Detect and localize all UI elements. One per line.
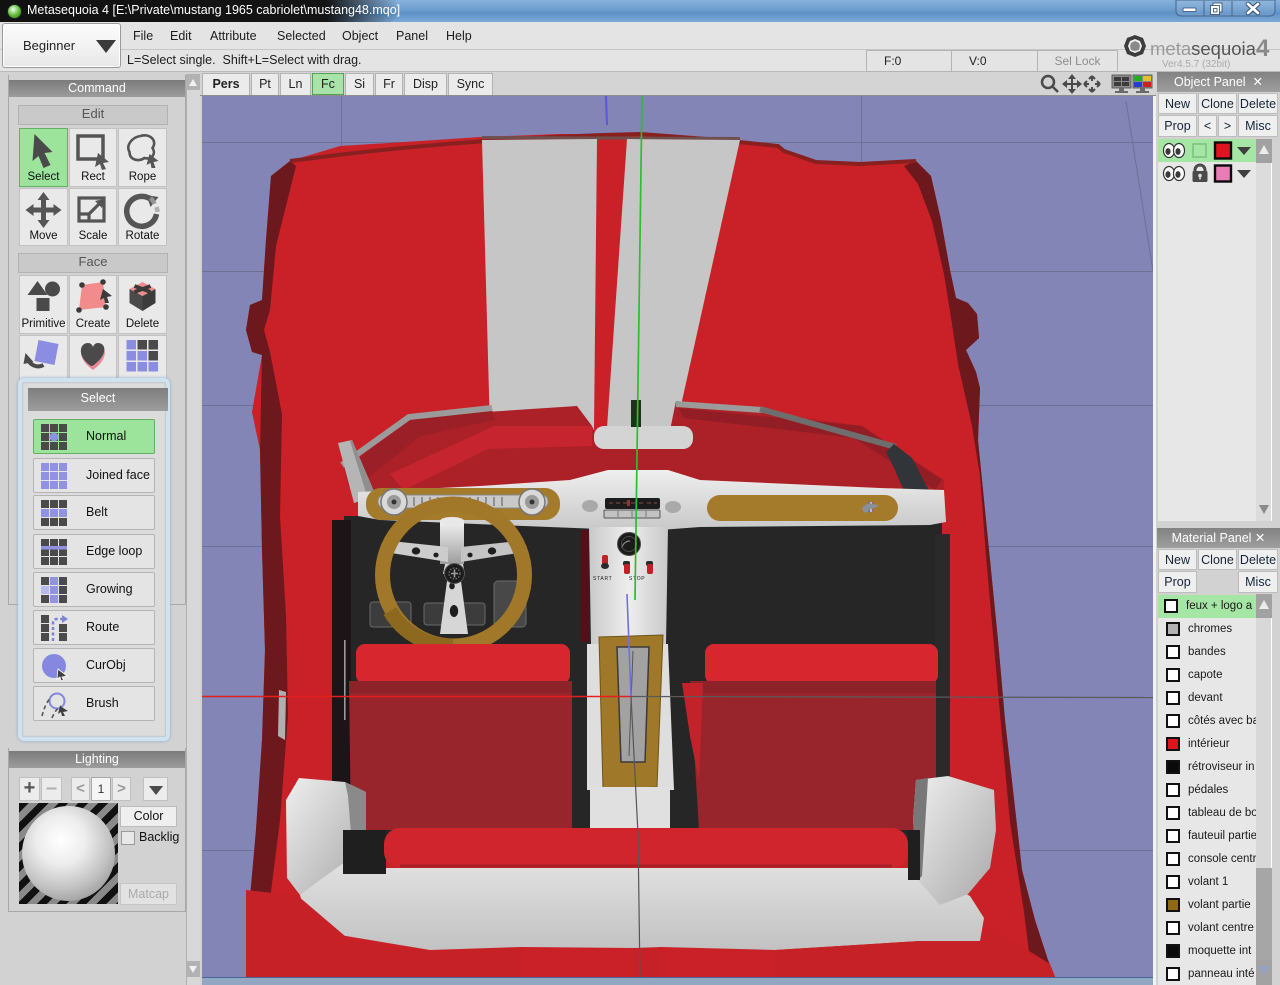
svg-text:Ver4.5.7 (32bit): Ver4.5.7 (32bit) [1162,59,1230,70]
svg-text:metasequoia4: metasequoia4 [1150,35,1270,62]
svg-text:START: START [593,576,612,582]
svg-text:STOP: STOP [629,576,645,582]
